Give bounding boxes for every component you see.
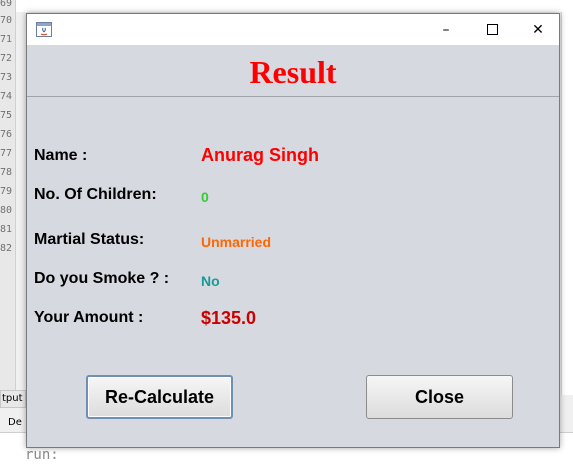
maximize-button[interactable] <box>469 14 515 45</box>
children-value: 0 <box>201 189 209 205</box>
result-heading: Result <box>249 54 337 90</box>
java-app-icon <box>36 22 52 37</box>
heading-separator <box>27 96 559 97</box>
smoke-value: No <box>201 273 220 289</box>
amount-label: Your Amount : <box>34 309 144 326</box>
editor-scrollbar[interactable] <box>561 12 573 395</box>
line-number: 79 <box>0 186 13 197</box>
window-close-button[interactable]: ✕ <box>515 14 561 45</box>
line-number: 82 <box>0 243 13 254</box>
output-tab[interactable]: tput <box>0 390 26 408</box>
smoke-label: Do you Smoke ? : <box>34 270 170 287</box>
name-value: Anurag Singh <box>201 145 319 165</box>
line-number: 69 <box>0 0 13 9</box>
recalculate-button[interactable]: Re-Calculate <box>86 375 233 419</box>
line-number: 81 <box>0 224 13 235</box>
line-number: 77 <box>0 148 13 159</box>
amount-value: $135.0 <box>201 308 257 328</box>
name-label: Name : <box>34 147 88 164</box>
line-number: 73 <box>0 72 13 83</box>
line-number: 70 <box>0 15 13 26</box>
line-number: 78 <box>0 167 13 178</box>
line-number: 76 <box>0 129 13 140</box>
children-label: No. Of Children: <box>34 186 157 203</box>
marital-status-label: Martial Status: <box>34 231 145 248</box>
line-number: 80 <box>0 205 13 216</box>
close-button[interactable]: Close <box>366 375 513 419</box>
code-editor <box>16 0 573 12</box>
line-number: 71 <box>0 34 13 45</box>
debug-tab[interactable]: De <box>8 414 28 432</box>
title-bar[interactable]: – ✕ <box>27 14 559 45</box>
line-number: 72 <box>0 53 13 64</box>
result-dialog: – ✕ Result Name : Anurag Singh No. Of Ch… <box>26 13 560 448</box>
maximize-icon <box>486 24 498 35</box>
line-number-gutter: 69 70 71 72 73 74 75 76 77 78 79 80 81 8… <box>0 0 16 395</box>
minimize-button[interactable]: – <box>423 14 469 45</box>
marital-status-value: Unmarried <box>201 234 272 250</box>
console-text: run: <box>25 447 59 463</box>
line-number: 75 <box>0 110 13 121</box>
line-number: 74 <box>0 91 13 102</box>
